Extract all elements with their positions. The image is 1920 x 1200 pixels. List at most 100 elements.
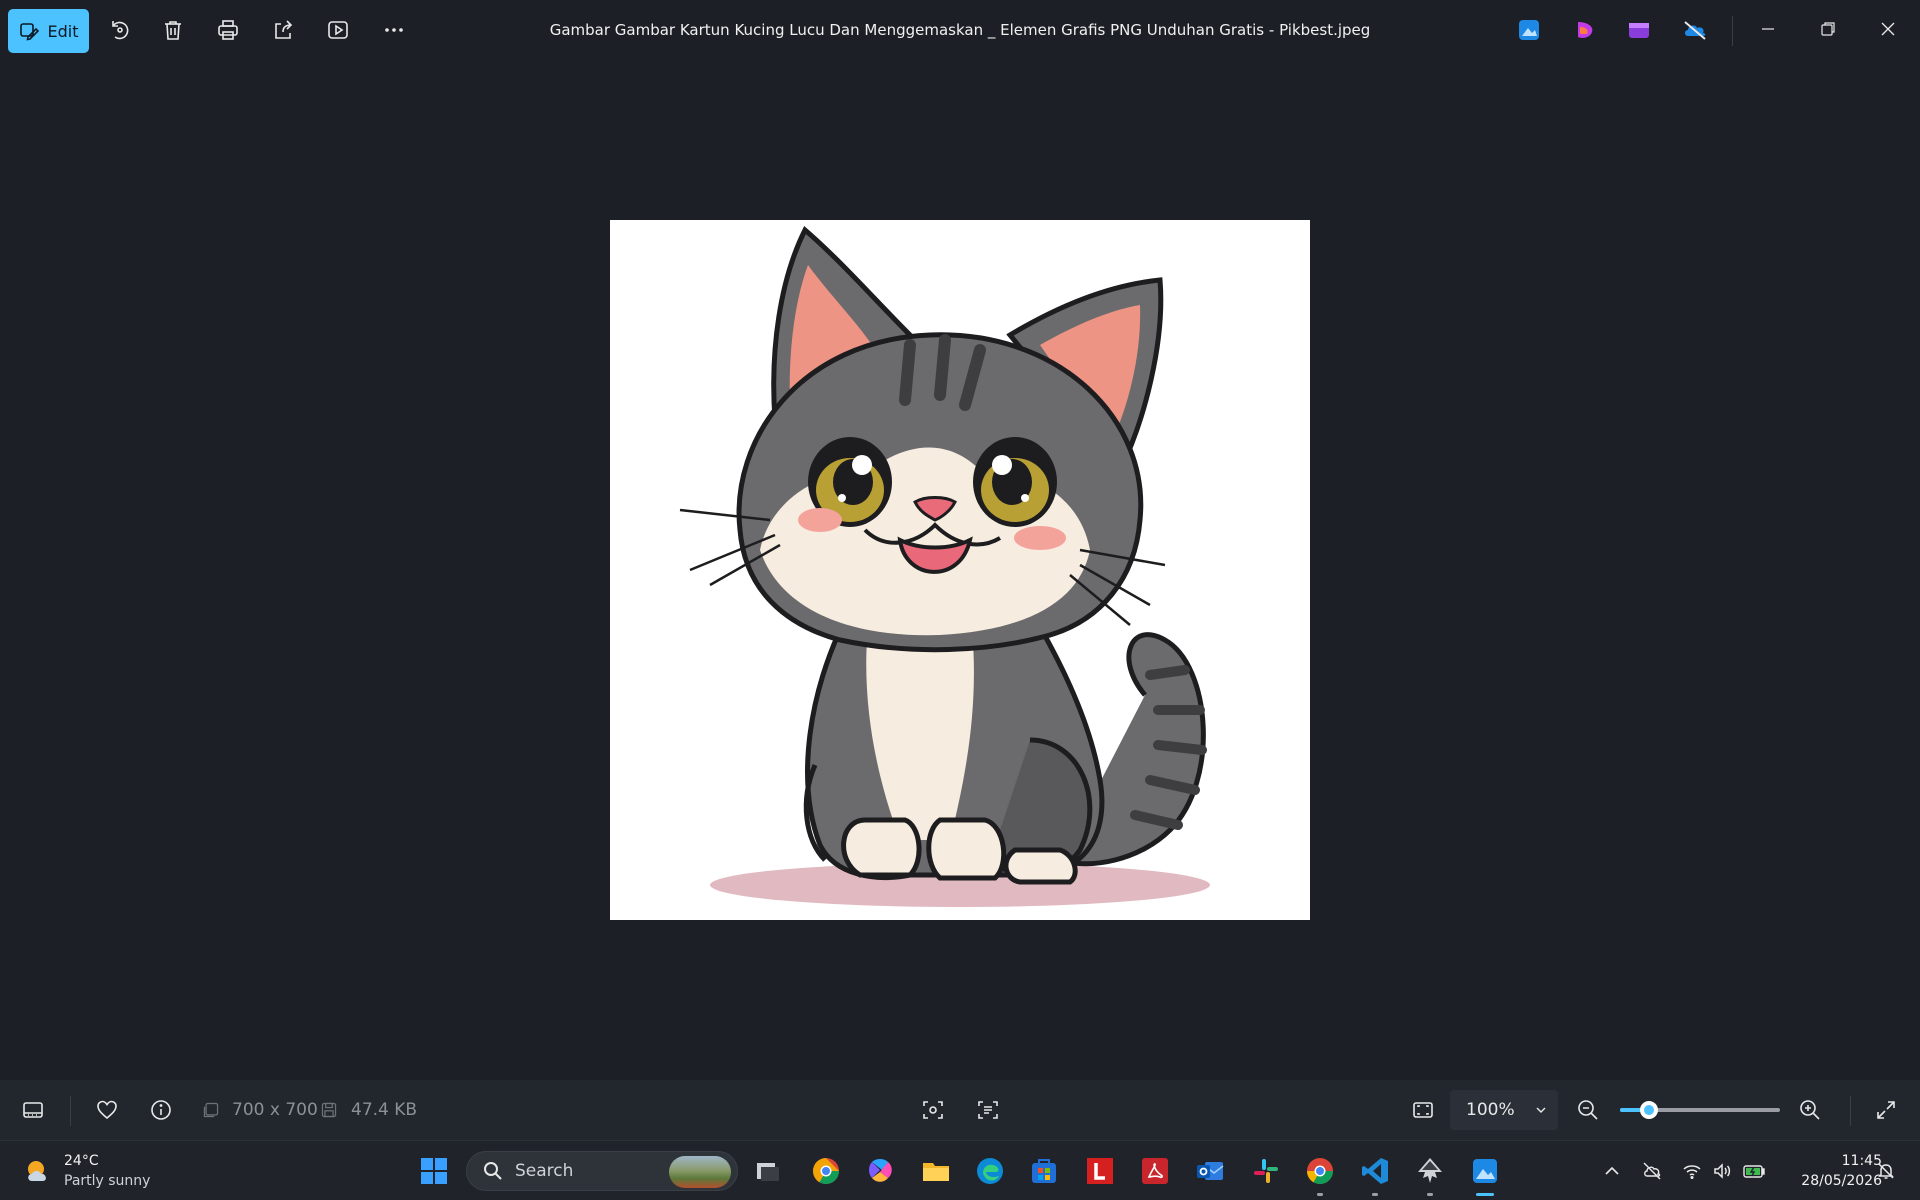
window-title: Gambar Gambar Kartun Kucing Lucu Dan Men…: [549, 21, 1371, 39]
outlook-icon: [1197, 1162, 1224, 1180]
clipchamp-icon: [1578, 22, 1593, 38]
image-size-icon: [203, 1102, 219, 1118]
active-app-indicator: [1476, 1193, 1494, 1196]
chevron-down-icon: [1536, 1107, 1546, 1113]
chrome-icon: [812, 1158, 840, 1185]
cloud-off-icon: [1684, 21, 1706, 40]
volume-button[interactable]: [1708, 1157, 1736, 1185]
zoom-level-dropdown[interactable]: 100%: [1450, 1090, 1558, 1130]
visual-search-icon: [923, 1101, 943, 1119]
more-dots-icon: [385, 28, 403, 32]
printer-icon: [218, 20, 238, 40]
expand-icon: [1877, 1101, 1895, 1119]
inkscape-icon: [1418, 1158, 1442, 1183]
chrome-icon: [1306, 1158, 1334, 1185]
notifications-button[interactable]: [1872, 1157, 1900, 1185]
slideshow-button[interactable]: [320, 12, 356, 48]
edit-image-icon: [19, 23, 39, 41]
battery-button[interactable]: [1740, 1157, 1768, 1185]
divider: [1732, 16, 1733, 46]
taskbar-app-edge[interactable]: [970, 1151, 1010, 1191]
share-icon: [275, 20, 293, 39]
full-screen-button[interactable]: [1868, 1092, 1904, 1128]
heart-icon: [97, 1100, 117, 1120]
zoom-slider-thumb[interactable]: [1639, 1101, 1658, 1119]
minimize-icon: [1762, 28, 1774, 30]
photos-app-button[interactable]: [1514, 15, 1544, 45]
dimensions-icon-wrap: [193, 1092, 229, 1128]
speaker-icon: [1714, 1163, 1731, 1179]
delete-button[interactable]: [155, 12, 191, 48]
windows-logo-icon: [421, 1158, 447, 1184]
bell-dnd-icon: [1878, 1163, 1894, 1179]
filmstrip-icon: [23, 1102, 43, 1118]
divider: [70, 1096, 71, 1126]
more-options-button[interactable]: [376, 12, 412, 48]
fit-to-window-button[interactable]: [1405, 1092, 1441, 1128]
pdf-reader-icon: [1142, 1158, 1168, 1184]
running-indicator: [1427, 1193, 1433, 1196]
clipchamp-button[interactable]: [1570, 15, 1600, 45]
edge-icon: [977, 1158, 1003, 1184]
store-icon: [1032, 1159, 1056, 1183]
wifi-button[interactable]: [1678, 1157, 1706, 1185]
displayed-image[interactable]: [610, 220, 1310, 920]
filmstrip-button[interactable]: [15, 1092, 51, 1128]
taskbar-app-vscode[interactable]: [1355, 1151, 1395, 1191]
taskbar-app-copilot[interactable]: [861, 1151, 901, 1191]
onedrive-status-button[interactable]: [1680, 15, 1710, 45]
taskbar-app-pdf[interactable]: [1135, 1151, 1175, 1191]
scan-text-button[interactable]: [970, 1092, 1006, 1128]
favorite-button[interactable]: [89, 1092, 125, 1128]
onedrive-tray-button[interactable]: [1638, 1157, 1666, 1185]
taskbar-app-chrome[interactable]: [1300, 1151, 1340, 1191]
rotate-icon: [112, 21, 129, 40]
file-size: 47.4 KB: [351, 1100, 418, 1120]
search-label: Search: [515, 1161, 574, 1181]
edit-button[interactable]: Edit: [8, 9, 89, 53]
photos-icon: [1519, 20, 1539, 40]
restore-button[interactable]: [1804, 8, 1852, 50]
partly-sunny-icon: [28, 1161, 46, 1181]
system-clock[interactable]: 11:45 28/05/2026: [1782, 1151, 1882, 1191]
slack-icon: [1254, 1159, 1278, 1183]
info-icon: [151, 1100, 171, 1120]
running-indicator: [1317, 1193, 1323, 1196]
taskbar-app-l[interactable]: [1080, 1151, 1120, 1191]
taskbar-app-slack[interactable]: [1246, 1151, 1286, 1191]
restore-icon: [1821, 22, 1835, 36]
file-info-button[interactable]: [143, 1092, 179, 1128]
title-bar: Edit Gambar Gambar Kartun Kucing Lucu Da…: [0, 0, 1920, 60]
taskbar-app-photos[interactable]: [1465, 1151, 1505, 1191]
fit-window-icon: [1413, 1102, 1433, 1118]
divider: [1850, 1096, 1851, 1126]
zoom-out-button[interactable]: [1570, 1092, 1606, 1128]
taskbar-app-chrome-profile[interactable]: [806, 1151, 846, 1191]
taskbar-search[interactable]: Search: [466, 1151, 738, 1191]
image-dimensions: 700 x 700: [232, 1100, 318, 1120]
print-button[interactable]: [210, 12, 246, 48]
show-hidden-icons-button[interactable]: [1598, 1157, 1626, 1185]
filesize-icon-wrap: [311, 1092, 347, 1128]
vscode-icon: [1362, 1158, 1388, 1184]
rotate-button[interactable]: [101, 12, 137, 48]
search-highlight-image: [669, 1156, 731, 1188]
share-button[interactable]: [265, 12, 301, 48]
visual-search-button[interactable]: [915, 1092, 951, 1128]
video-editor-button[interactable]: [1624, 15, 1654, 45]
taskbar-app-inkscape[interactable]: [1410, 1151, 1450, 1191]
scan-text-icon: [978, 1101, 998, 1119]
save-disk-icon: [321, 1102, 337, 1118]
folder-icon: [923, 1163, 949, 1181]
taskbar-app-store[interactable]: [1024, 1151, 1064, 1191]
taskbar-app-file-explorer[interactable]: [916, 1151, 956, 1191]
close-button[interactable]: [1864, 8, 1912, 50]
taskbar-app-task-view[interactable]: [748, 1151, 788, 1191]
zoom-in-button[interactable]: [1792, 1092, 1828, 1128]
taskbar-app-outlook[interactable]: [1190, 1151, 1230, 1191]
minimize-button[interactable]: [1744, 8, 1792, 50]
start-button[interactable]: [414, 1151, 454, 1191]
weather-widget[interactable]: 24°C Partly sunny: [22, 1151, 150, 1191]
zoom-out-icon: [1578, 1100, 1598, 1120]
search-icon: [484, 1162, 502, 1180]
